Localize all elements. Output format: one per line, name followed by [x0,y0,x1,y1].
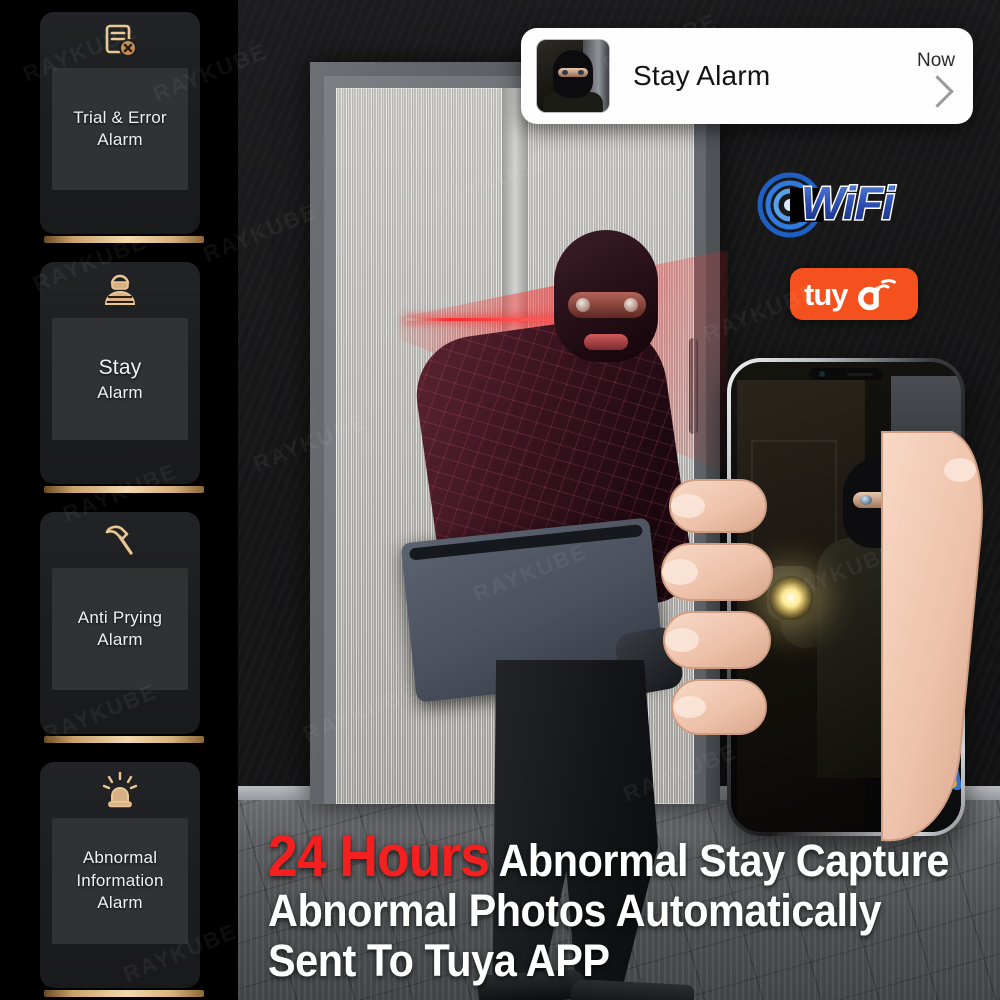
card-label-line1: Abnormal [82,848,158,868]
caption-block: 24 Hours Abnormal Stay Capture Abnormal … [268,828,1000,986]
feature-sidebar: Trial & Error Alarm Stay Alarm Anti Pryi… [0,0,238,1000]
caption-line1-rest: Abnormal Stay Capture [488,835,949,886]
feature-card-label: Abnormal Information Alarm [70,843,169,918]
phone-notch [809,368,883,380]
feature-card-label: Anti Prying Alarm [72,603,168,656]
feature-card-body: Anti Prying Alarm [52,568,188,690]
smartphone-mockup [727,358,965,836]
notification-meta: Now [916,49,955,108]
chevron-right-icon[interactable] [921,74,954,108]
document-error-icon [40,12,200,68]
caption-highlight: 24 Hours [268,824,490,889]
feature-card-stay-alarm[interactable]: Stay Alarm [40,262,204,493]
burglar-person-icon [40,262,200,318]
caption-line-1: 24 Hours Abnormal Stay Capture [268,828,949,886]
caption-line-2: Abnormal Photos Automatically [268,885,882,936]
card-label-line2: Alarm [97,382,143,402]
product-feature-image: Trial & Error Alarm Stay Alarm Anti Pryi… [0,0,1000,1000]
card-gold-accent-bar [44,236,204,243]
caption-line-3: Sent To Tuya APP [268,935,610,986]
card-label-line3: Alarm [97,893,143,913]
flashlight-beam [769,576,813,620]
svg-text:tuy: tuy [804,277,849,312]
tuya-badge: tuy [790,268,918,320]
card-label-line1: Stay [98,355,142,379]
notification-thumbnail[interactable] [537,40,609,112]
feature-card-trial-error-alarm[interactable]: Trial & Error Alarm [40,12,204,243]
card-gold-accent-bar [44,486,204,493]
burglar-eyes [568,292,646,318]
feature-card-body: Abnormal Information Alarm [52,818,188,944]
card-label-line1: Trial & Error [73,107,167,127]
card-gold-accent-bar [44,990,204,997]
screen-intruder-eyes [853,492,911,508]
card-label-line2: Alarm [97,630,143,649]
card-label-line2: Information [76,870,164,890]
feature-card-label: Stay Alarm [91,350,148,408]
card-label-line2: Alarm [97,130,143,149]
notification-title: Stay Alarm [633,60,771,91]
masked-burglar [400,230,708,1000]
push-notification-banner[interactable]: Stay Alarm Now [521,28,973,124]
notification-content: Stay Alarm [609,60,917,92]
feature-card-label: Trial & Error Alarm [67,103,173,156]
burglar-mouth [584,334,628,350]
phone-screen[interactable] [731,362,961,832]
card-label-line1: Anti Prying [77,607,163,627]
feature-card-abnormal-information-alarm[interactable]: Abnormal Information Alarm [40,762,204,997]
wifi-badge: WiFi WiFi [757,170,907,242]
card-gold-accent-bar [44,736,204,743]
feature-card-anti-prying-alarm[interactable]: Anti Prying Alarm [40,512,204,743]
hammer-icon [40,512,200,568]
siren-alarm-icon [40,762,200,818]
notification-timestamp: Now [916,49,955,71]
feature-card-body: Trial & Error Alarm [52,68,188,190]
crowbar-icon [891,680,961,790]
tuya-logo-icon: tuy [804,277,896,312]
wifi-label: WiFi [801,177,895,229]
feature-card-body: Stay Alarm [52,318,188,440]
thumbnail-eyes [558,68,588,77]
